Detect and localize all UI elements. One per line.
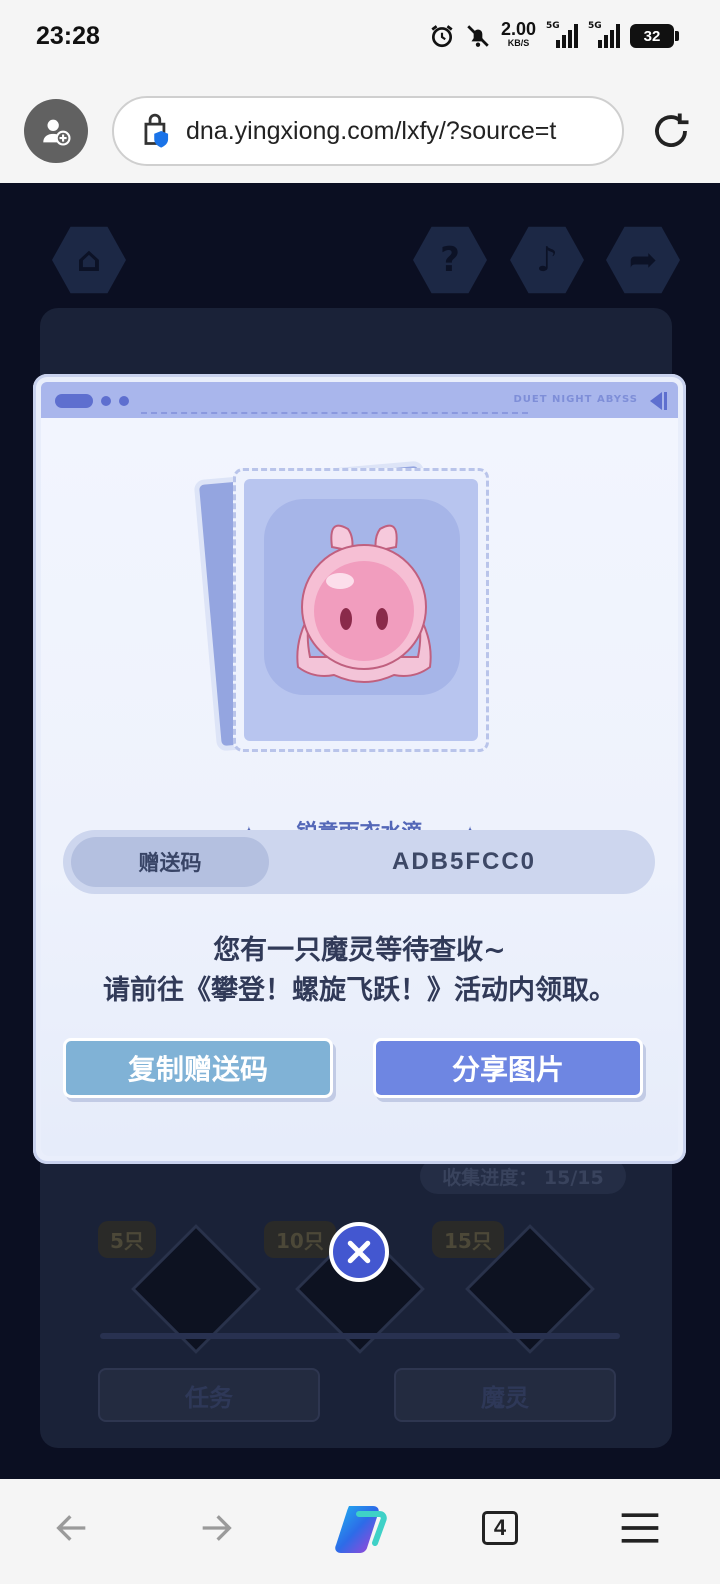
milestone-label: 5只 [98,1221,156,1258]
help-icon: ? [413,226,487,294]
signal-sim1-icon: 5G [546,21,578,48]
arrow-right-icon [202,1515,232,1541]
modal-header: DUET NIGHT ABYSS [41,382,678,418]
item-card [191,448,491,752]
gift-code-value[interactable]: ADB5FCC0 [273,830,655,894]
profile-button[interactable] [24,99,88,163]
share-image-button[interactable]: 分享图片 [373,1038,643,1098]
gift-code-row: 赠送码 ADB5FCC0 [63,830,655,894]
battery-icon: 32 [630,24,679,48]
message-line-2: 请前往《攀登！螺旋飞跃！》活动内领取。 [103,975,616,1006]
message-line-1: 您有一只魔灵等待查收~ [213,935,506,966]
copilot-button[interactable] [320,1493,400,1563]
bell-muted-icon [467,25,489,47]
signal-sim2-icon: 5G [588,21,620,48]
header-decoration [119,396,129,406]
milestone-label: 10只 [264,1221,336,1258]
arrow-left-icon [56,1515,86,1541]
music-icon: ♪ [510,226,584,294]
back-button[interactable] [32,1493,112,1563]
header-decoration [55,394,93,408]
gift-code-label: 赠送码 [71,837,269,887]
header-tag: DUET NIGHT ABYSS [513,394,638,405]
menu-button[interactable] [600,1493,680,1563]
card-front [233,468,489,752]
raindrop-mascot-icon [296,524,432,683]
header-divider [141,412,528,414]
status-bar: 23:28 2.00 KB/S 5G 5G 32 [0,0,720,80]
hamburger-menu-icon [621,1513,659,1543]
status-time: 23:28 [36,22,100,50]
browser-bottom-nav: 4 [0,1479,720,1584]
add-user-icon [43,119,71,146]
tab-tasks: 任务 [98,1368,320,1422]
address-bar[interactable]: dna.yingxiong.com/lxfy/?source=t [112,96,624,166]
header-arrow-icon [650,392,667,410]
modal-body: ✦锐意雨衣水滴✦ 赠送码 ADB5FCC0 您有一只魔灵等待查收~ 请前往《攀登… [41,418,678,1156]
close-modal-button[interactable] [329,1222,389,1282]
refresh-icon[interactable] [650,110,692,152]
tabs-button[interactable]: 4 [460,1493,540,1563]
status-icons: 2.00 KB/S 5G 5G 32 [429,19,679,50]
url-text: dna.yingxiong.com/lxfy/?source=t [186,116,557,145]
copilot-icon [335,1506,387,1553]
milestone-label: 15只 [432,1221,504,1258]
tab-spirits: 魔灵 [394,1368,616,1422]
tab-count: 4 [482,1511,518,1545]
close-icon [347,1240,371,1264]
forward-button[interactable] [176,1493,256,1563]
card-art [244,479,478,741]
progress-track [100,1333,620,1339]
home-icon: ⌂ [52,226,126,294]
share-icon: ➦ [606,226,680,294]
header-decoration [101,396,111,406]
alarm-icon [431,25,453,48]
copy-code-button[interactable]: 复制赠送码 [63,1038,333,1098]
site-security-icon [144,113,169,148]
net-speed: 2.00 KB/S [500,19,536,48]
browser-toolbar: dna.yingxiong.com/lxfy/?source=t [0,80,720,183]
gift-code-modal: DUET NIGHT ABYSS 赠送码 ADB5FCC0 您有一只魔灵等待查收… [33,374,686,1164]
